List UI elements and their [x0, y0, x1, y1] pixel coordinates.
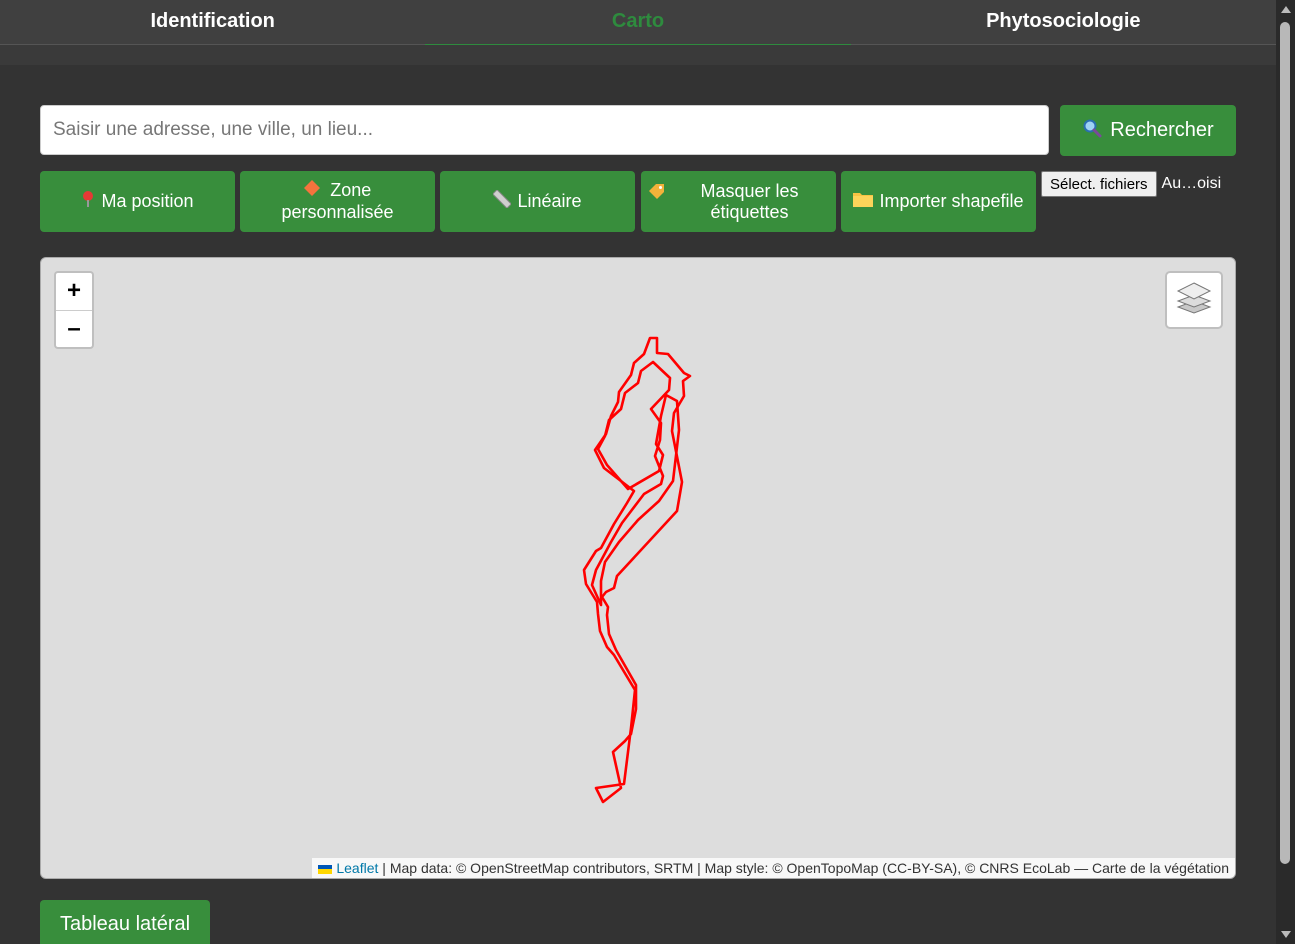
- map-attribution: Leaflet | Map data: © OpenStreetMap cont…: [312, 858, 1235, 878]
- tab-phytosociologie[interactable]: Phytosociologie: [851, 0, 1276, 44]
- search-button-label: Rechercher: [1110, 119, 1214, 141]
- scroll-thumb[interactable]: [1280, 22, 1290, 864]
- linear-label: Linéaire: [517, 191, 582, 211]
- zoom-control: + –: [54, 271, 94, 349]
- leaflet-link[interactable]: Leaflet: [336, 860, 378, 876]
- map-container[interactable]: + – Leaflet | Map data: © OpenStreetMap …: [40, 257, 1236, 879]
- search-button[interactable]: Rechercher: [1060, 105, 1236, 156]
- custom-zone-first-line: Zone personnalisée: [248, 180, 427, 223]
- hide-labels-button[interactable]: Masquer les étiquettes: [641, 171, 836, 232]
- magnifier-icon: [1082, 118, 1102, 144]
- scroll-down-arrow-icon[interactable]: [1281, 931, 1291, 938]
- select-files-button[interactable]: Sélect. fichiers: [1041, 171, 1157, 197]
- file-input: Sélect. fichiers Au…oisi: [1041, 171, 1221, 197]
- hide-labels-label: Masquer les étiquettes: [700, 180, 799, 222]
- my-position-button[interactable]: Ma position: [40, 171, 235, 232]
- custom-zone-button[interactable]: Zone personnalisée: [240, 171, 435, 232]
- tab-identification[interactable]: Identification: [0, 0, 425, 44]
- ukraine-flag-icon: [318, 864, 333, 874]
- import-shapefile-label: Importer shapefile: [879, 191, 1024, 211]
- zoom-in-button[interactable]: +: [56, 273, 92, 311]
- layers-icon: [1176, 281, 1212, 320]
- trace-polyline-outer[interactable]: [582, 336, 692, 804]
- import-shapefile-button[interactable]: Importer shapefile: [841, 171, 1036, 232]
- layers-button[interactable]: [1165, 271, 1223, 329]
- page-scrollbar[interactable]: [1276, 0, 1295, 944]
- diamond-icon: [303, 180, 324, 200]
- tab-sub-bar: [0, 45, 1276, 65]
- trace-polyline-inner[interactable]: [590, 360, 681, 607]
- file-status-text: Au…oisi: [1161, 175, 1222, 192]
- address-search-input[interactable]: [40, 105, 1049, 155]
- custom-zone-label: Zone personnalisée: [281, 180, 394, 222]
- ruler-icon: [492, 188, 513, 214]
- attribution-text: | Map data: © OpenStreetMap contributors…: [378, 860, 1229, 876]
- tab-carto[interactable]: Carto: [425, 0, 851, 47]
- side-table-button[interactable]: Tableau latéral: [40, 900, 210, 944]
- linear-button[interactable]: Linéaire: [440, 171, 635, 232]
- tag-icon: [649, 183, 665, 205]
- app-page: Identification Carto Phytosociologie Rec…: [0, 0, 1295, 944]
- my-position-label: Ma position: [101, 191, 194, 211]
- pin-icon: [81, 190, 95, 214]
- trace-layer: [582, 336, 692, 804]
- folder-icon: [853, 191, 874, 213]
- zoom-out-button[interactable]: –: [56, 311, 92, 348]
- scroll-up-arrow-icon[interactable]: [1281, 6, 1291, 13]
- tab-bar: Identification Carto Phytosociologie: [0, 0, 1276, 47]
